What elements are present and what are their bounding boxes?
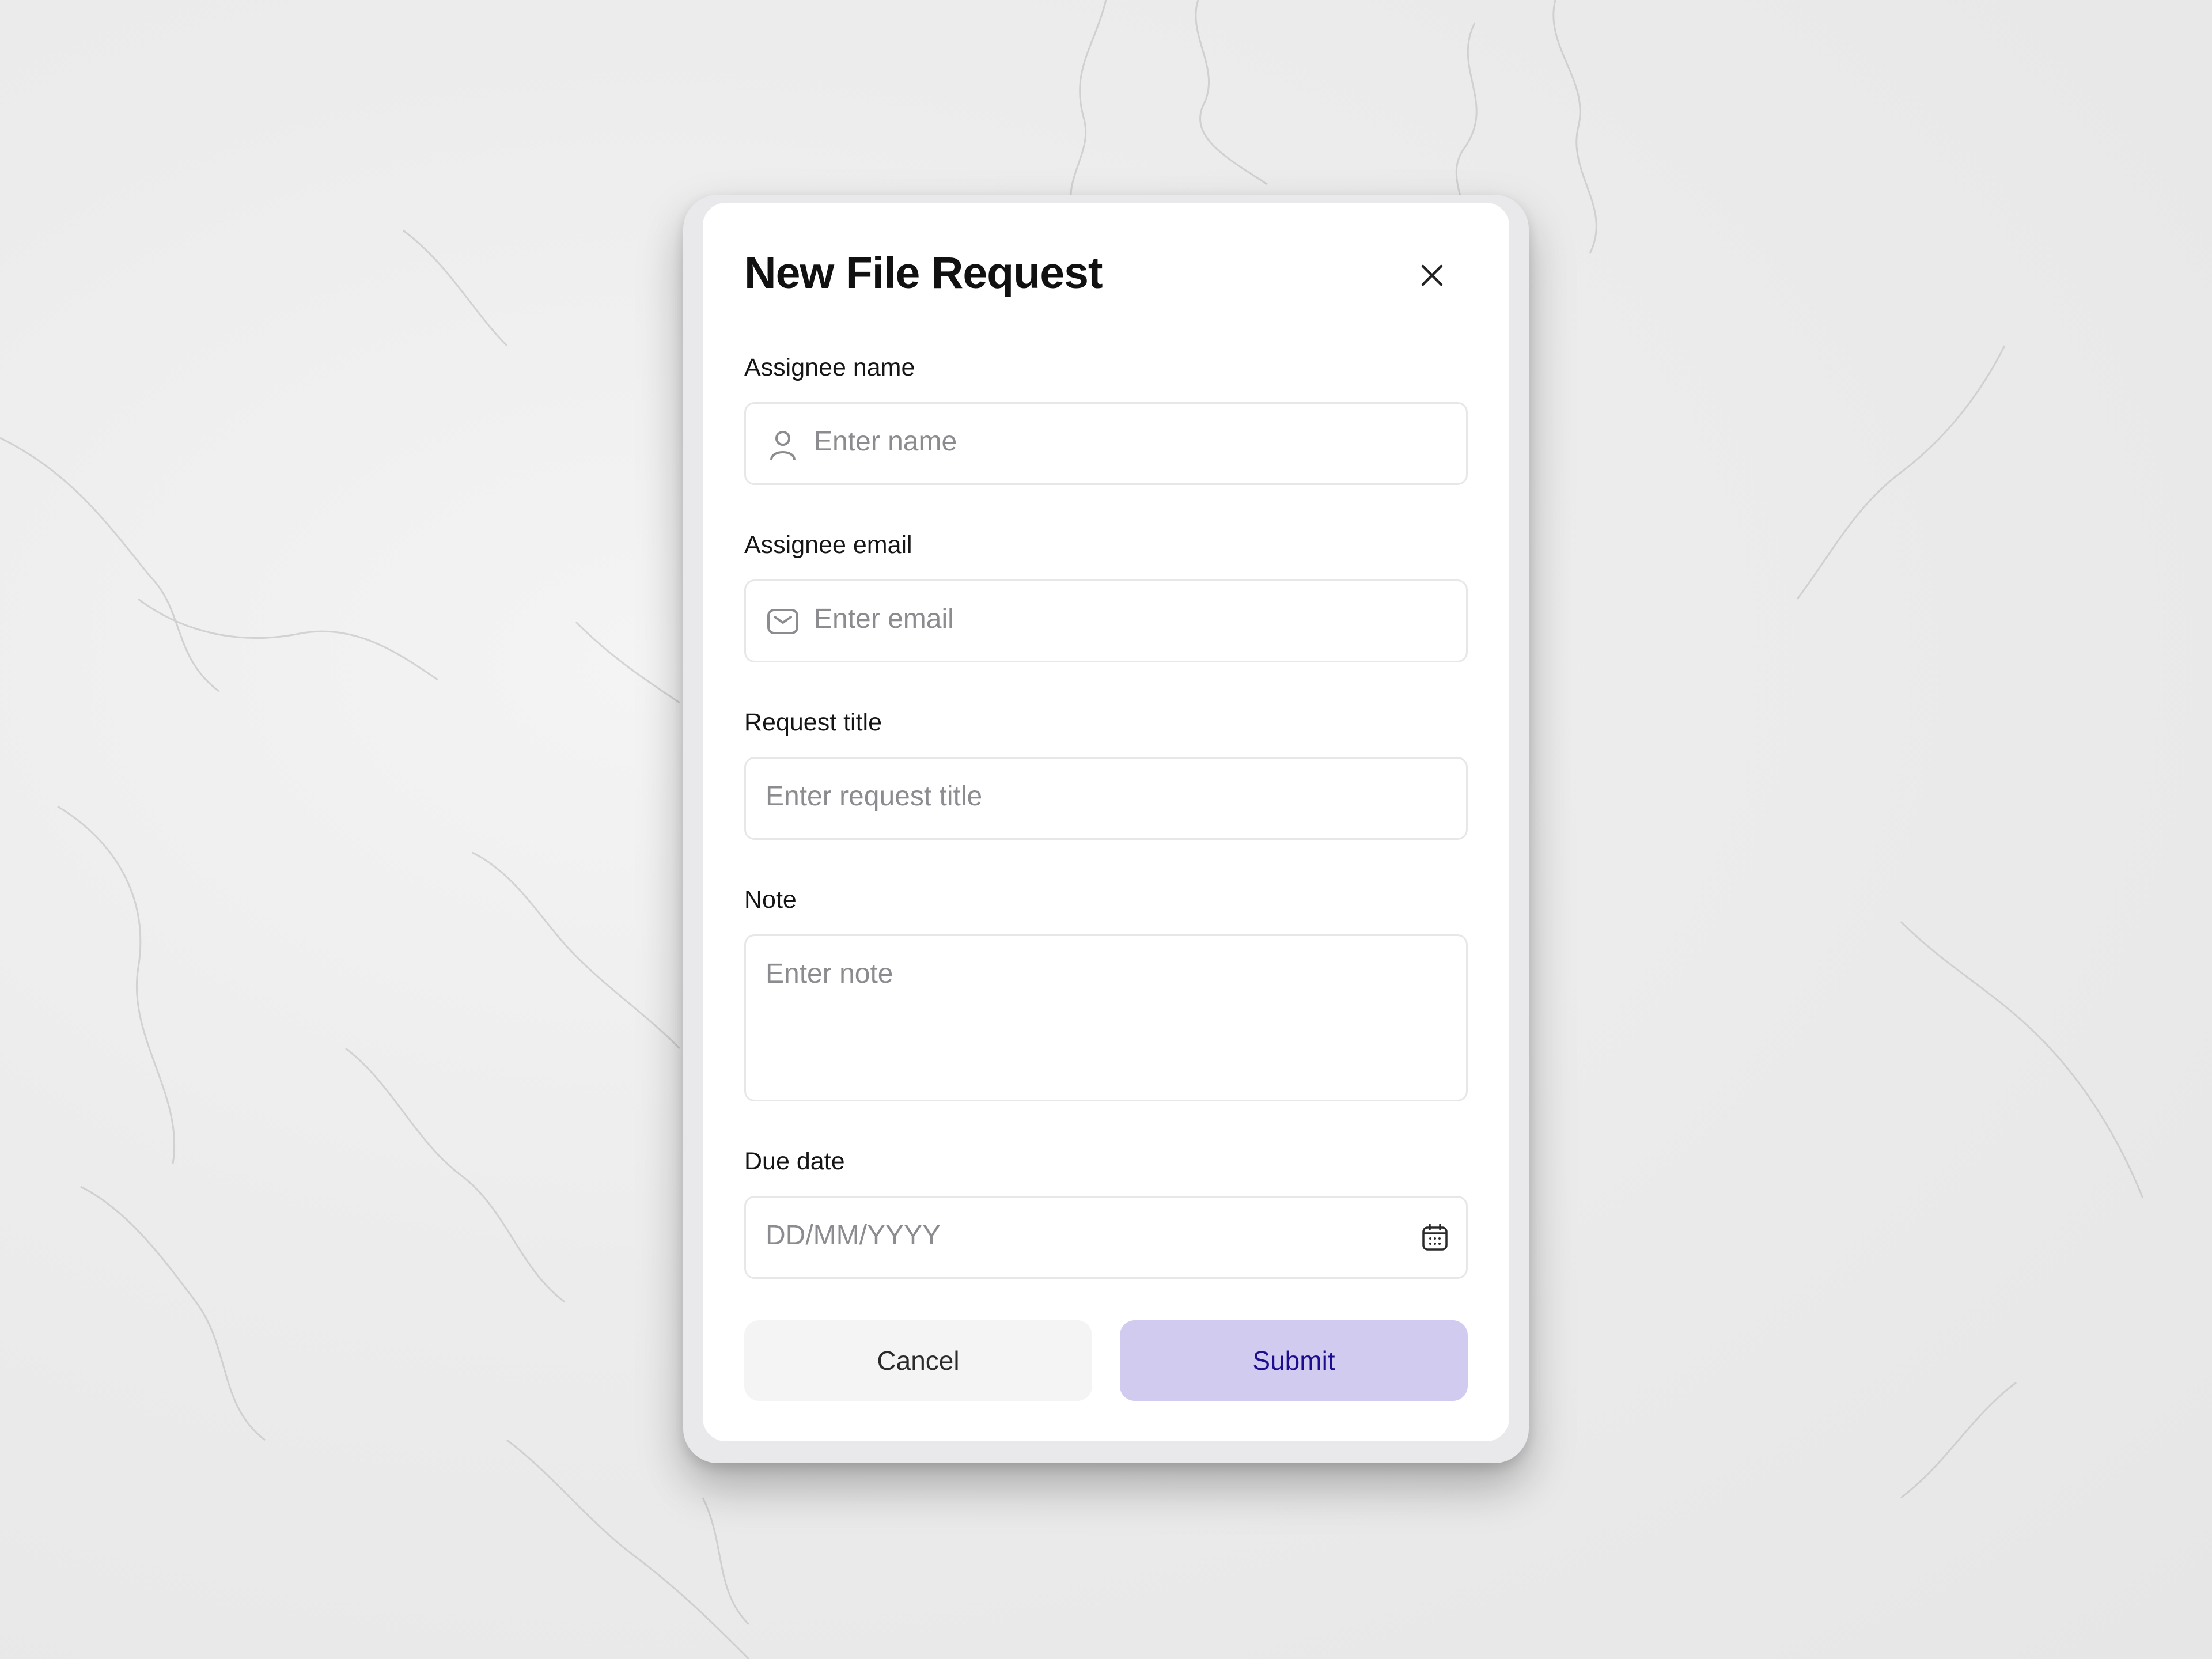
cancel-button[interactable]: Cancel	[744, 1320, 1092, 1401]
request-title-placeholder: Enter request title	[766, 781, 983, 812]
close-icon[interactable]	[1415, 258, 1449, 293]
submit-button[interactable]: Submit	[1120, 1320, 1468, 1401]
due-date-placeholder: DD/MM/YYYY	[766, 1220, 941, 1251]
assignee-email-label: Assignee email	[744, 531, 912, 559]
assignee-name-input[interactable]: Enter name	[744, 402, 1468, 485]
request-title-label: Request title	[744, 709, 882, 736]
assignee-name-placeholder: Enter name	[814, 426, 957, 457]
assignee-name-label: Assignee name	[744, 354, 915, 381]
calendar-icon[interactable]	[1418, 1221, 1452, 1255]
assignee-email-placeholder: Enter email	[814, 604, 954, 634]
note-label: Note	[744, 886, 797, 914]
due-date-input[interactable]: DD/MM/YYYY	[744, 1196, 1468, 1279]
request-title-input[interactable]: Enter request title	[744, 757, 1468, 840]
new-file-request-dialog: New File Request Assignee name Enter nam…	[703, 203, 1509, 1441]
assignee-email-input[interactable]: Enter email	[744, 579, 1468, 662]
note-textarea[interactable]: Enter note	[744, 934, 1468, 1101]
note-placeholder: Enter note	[766, 959, 893, 989]
dialog-title: New File Request	[744, 248, 1103, 298]
user-icon	[766, 427, 800, 461]
due-date-label: Due date	[744, 1147, 845, 1175]
mail-icon	[766, 604, 800, 639]
